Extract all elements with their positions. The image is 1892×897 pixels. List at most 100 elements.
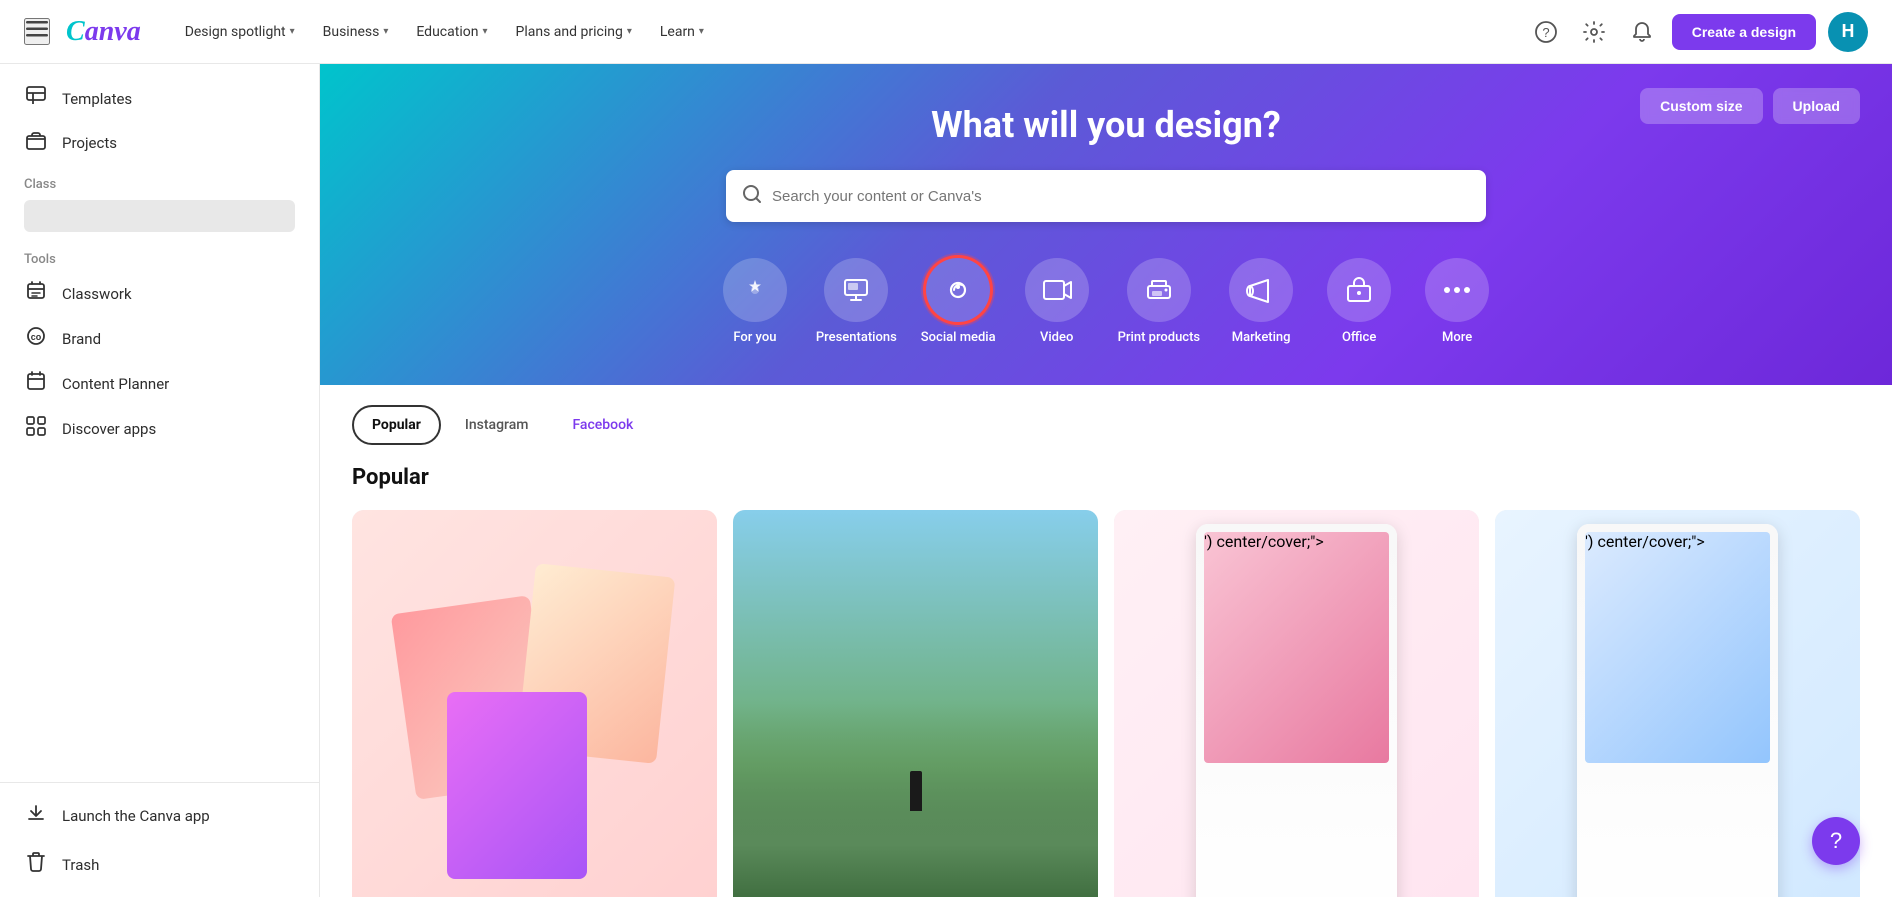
video-icon bbox=[1025, 258, 1089, 322]
custom-size-button[interactable]: Custom size bbox=[1640, 88, 1762, 124]
nav-education[interactable]: Education ▾ bbox=[404, 16, 499, 48]
card-image bbox=[352, 510, 717, 897]
sidebar-item-launch-canva[interactable]: Launch the Canva app bbox=[0, 791, 319, 840]
brand-icon: co bbox=[24, 326, 48, 351]
sidebar-tools-label: Tools bbox=[0, 240, 319, 271]
nav-links: Design spotlight ▾ Business ▾ Education … bbox=[173, 16, 1528, 48]
hero-search-bar bbox=[726, 170, 1486, 222]
search-icon bbox=[742, 184, 762, 209]
trash-icon bbox=[24, 852, 48, 877]
more-icon bbox=[1425, 258, 1489, 322]
hero-banner: Custom size Upload What will you design? bbox=[320, 64, 1892, 385]
chevron-down-icon: ▾ bbox=[699, 26, 704, 37]
chevron-down-icon: ▾ bbox=[290, 26, 295, 37]
canva-logo[interactable]: Canva bbox=[66, 16, 141, 48]
hamburger-menu-button[interactable] bbox=[24, 18, 50, 45]
phone-mockup-2: ') center/cover;"> Inspire your feed bbox=[1577, 524, 1778, 897]
discover-apps-icon bbox=[24, 416, 48, 441]
projects-icon bbox=[24, 131, 48, 155]
sidebar-item-classwork[interactable]: Classwork bbox=[0, 271, 319, 316]
category-label: Presentations bbox=[816, 330, 897, 345]
category-icons: For you Presentations bbox=[380, 250, 1832, 353]
top-navigation: Canva Design spotlight ▾ Business ▾ Educ… bbox=[0, 0, 1892, 64]
filter-tabs: Popular Instagram Facebook bbox=[320, 385, 1892, 445]
category-label: For you bbox=[733, 330, 776, 345]
svg-text:?: ? bbox=[1542, 25, 1549, 40]
tab-facebook[interactable]: Facebook bbox=[552, 405, 653, 445]
popular-card-3[interactable]: ') center/cover;"> Perfect your post bbox=[1114, 510, 1479, 897]
category-video[interactable]: Video bbox=[1012, 250, 1102, 353]
marketing-icon bbox=[1229, 258, 1293, 322]
sidebar-class-placeholder bbox=[24, 200, 295, 232]
templates-icon bbox=[24, 86, 48, 111]
classwork-icon bbox=[24, 281, 48, 306]
launch-icon bbox=[24, 803, 48, 828]
tab-popular[interactable]: Popular bbox=[352, 405, 441, 445]
nav-plans-pricing[interactable]: Plans and pricing ▾ bbox=[503, 16, 643, 48]
hero-actions: Custom size Upload bbox=[1640, 88, 1860, 124]
nav-right-actions: ? Create a design H bbox=[1528, 12, 1868, 52]
sidebar-item-label: Classwork bbox=[62, 285, 132, 303]
popular-section: Popular bbox=[320, 445, 1892, 897]
create-design-button[interactable]: Create a design bbox=[1672, 14, 1816, 50]
svg-text:co: co bbox=[31, 332, 42, 342]
sidebar-item-label: Projects bbox=[62, 134, 117, 152]
tabs-list: Popular Instagram Facebook bbox=[352, 405, 1860, 445]
category-label: More bbox=[1442, 330, 1472, 345]
search-input[interactable] bbox=[772, 188, 1470, 205]
sidebar-item-content-planner[interactable]: Content Planner bbox=[0, 361, 319, 406]
sidebar-item-projects[interactable]: Projects bbox=[0, 121, 319, 165]
sidebar-scroll: Templates Projects Class Tools bbox=[0, 64, 319, 782]
notifications-button[interactable] bbox=[1624, 14, 1660, 50]
main-content: Custom size Upload What will you design? bbox=[320, 64, 1892, 897]
category-office[interactable]: Office bbox=[1314, 250, 1404, 353]
sidebar-item-templates[interactable]: Templates bbox=[0, 76, 319, 121]
popular-card-grid: ') center/cover;"> Perfect your post bbox=[352, 510, 1860, 897]
nav-business[interactable]: Business ▾ bbox=[311, 16, 401, 48]
sidebar-item-trash[interactable]: Trash bbox=[0, 840, 319, 889]
sidebar-item-label: Brand bbox=[62, 330, 101, 348]
popular-card-2[interactable] bbox=[733, 510, 1098, 897]
chevron-down-icon: ▾ bbox=[383, 26, 388, 37]
floating-help-button[interactable]: ? bbox=[1812, 817, 1860, 865]
for-you-icon bbox=[723, 258, 787, 322]
sidebar-item-label: Trash bbox=[62, 856, 99, 874]
category-more[interactable]: More bbox=[1412, 250, 1502, 353]
stacked-templates bbox=[389, 553, 681, 897]
chevron-down-icon: ▾ bbox=[482, 26, 487, 37]
sidebar: Templates Projects Class Tools bbox=[0, 64, 320, 897]
print-products-icon bbox=[1127, 258, 1191, 322]
phone-mockup: ') center/cover;"> Perfect your post bbox=[1196, 524, 1397, 897]
person-silhouette bbox=[910, 771, 922, 811]
content-planner-icon bbox=[24, 371, 48, 396]
sidebar-item-label: Launch the Canva app bbox=[62, 807, 210, 825]
popular-card-4[interactable]: ') center/cover;"> Inspire your feed bbox=[1495, 510, 1860, 897]
help-button[interactable]: ? bbox=[1528, 14, 1564, 50]
sidebar-item-label: Templates bbox=[62, 90, 132, 108]
nav-learn[interactable]: Learn ▾ bbox=[648, 16, 716, 48]
sidebar-item-discover-apps[interactable]: Discover apps bbox=[0, 406, 319, 451]
office-icon bbox=[1327, 258, 1391, 322]
sidebar-item-brand[interactable]: co Brand bbox=[0, 316, 319, 361]
hero-title: What will you design? bbox=[380, 104, 1832, 146]
popular-title: Popular bbox=[352, 465, 1860, 490]
chevron-down-icon: ▾ bbox=[627, 26, 632, 37]
category-label: Video bbox=[1040, 330, 1073, 345]
sidebar-class-label: Class bbox=[0, 165, 319, 196]
nav-design-spotlight[interactable]: Design spotlight ▾ bbox=[173, 16, 307, 48]
category-marketing[interactable]: Marketing bbox=[1216, 250, 1306, 353]
category-social-media[interactable]: Social media bbox=[913, 250, 1004, 353]
popular-card-1[interactable] bbox=[352, 510, 717, 897]
tab-instagram[interactable]: Instagram bbox=[445, 405, 549, 445]
category-for-you[interactable]: For you bbox=[710, 250, 800, 353]
category-print-products[interactable]: Print products bbox=[1110, 250, 1208, 353]
category-presentations[interactable]: Presentations bbox=[808, 250, 905, 353]
user-avatar[interactable]: H bbox=[1828, 12, 1868, 52]
sticker-3 bbox=[447, 692, 587, 879]
presentations-icon bbox=[824, 258, 888, 322]
upload-button[interactable]: Upload bbox=[1773, 88, 1860, 124]
category-label: Marketing bbox=[1232, 330, 1291, 345]
settings-button[interactable] bbox=[1576, 14, 1612, 50]
sidebar-item-label: Content Planner bbox=[62, 375, 169, 393]
sidebar-item-label: Discover apps bbox=[62, 420, 156, 438]
